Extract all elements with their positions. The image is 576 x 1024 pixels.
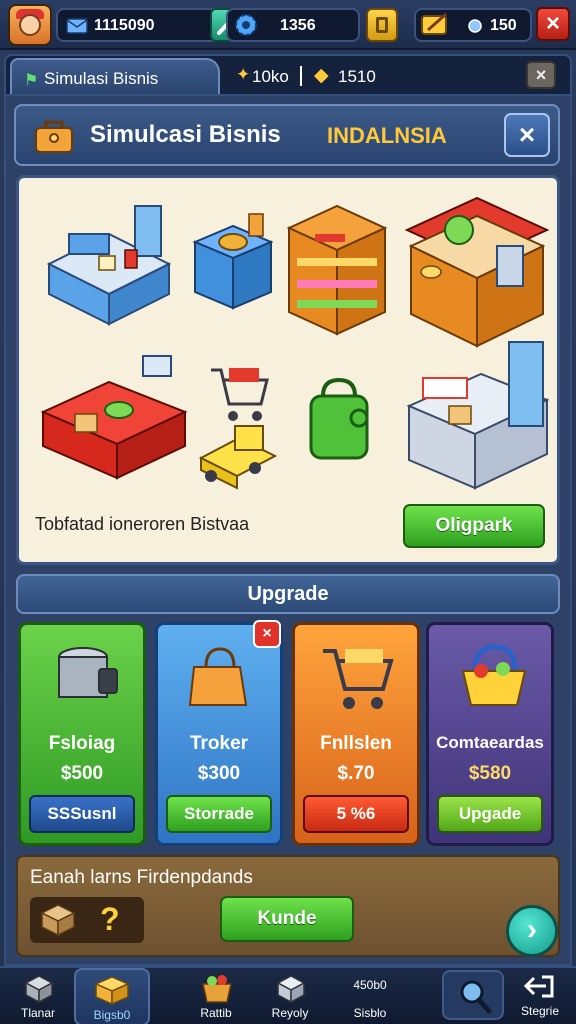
tab-stat-1: 10ko — [252, 67, 289, 86]
card-button[interactable]: Storrade — [166, 795, 272, 833]
shopping-cart-icon[interactable] — [207, 364, 273, 426]
nav-label: Tlanar — [20, 1006, 55, 1020]
card-name: Fsloiag — [48, 733, 116, 754]
tab-strip: ⚑ Simulasi Bisnis ✦ 10ko ◆ 1510 × — [4, 54, 572, 96]
cart-icon — [323, 649, 394, 709]
card-price: $.70 — [337, 763, 375, 784]
green-bag-icon[interactable] — [305, 374, 375, 464]
tab-divider — [300, 66, 302, 86]
card-name: Troker — [189, 733, 249, 754]
tab-close-icon[interactable]: × — [526, 61, 556, 89]
exit-arrow-icon — [524, 975, 554, 998]
card-button[interactable]: SSSusnl — [29, 795, 135, 833]
rice-cooker-icon — [58, 647, 118, 698]
gold-icon: ◆ — [314, 65, 329, 86]
shopping-bag-icon — [188, 647, 248, 706]
gems-value: 1115090 — [94, 17, 155, 34]
toolbox-icon — [35, 120, 73, 153]
panel-title-bar: Simulcasi Bisnis INDALNSIA × — [14, 104, 560, 166]
resource-bar: 1115090 1356 150 × — [0, 0, 576, 50]
upgrade-card-3[interactable]: Fnllslen $.70 5 %6 — [292, 622, 420, 846]
nav-item-stegrie[interactable]: Stegrie — [504, 966, 576, 1024]
player-avatar[interactable] — [8, 4, 52, 46]
showcase-action-button[interactable]: Oligpark — [403, 504, 545, 548]
panel-close-icon[interactable]: × — [504, 113, 550, 157]
nav-item-reyoly[interactable]: Reyoly — [254, 968, 326, 1024]
nav-item-sisblo[interactable]: 450b0 Sisblo — [334, 968, 406, 1024]
nav-item-tlanar[interactable]: Tlanar — [2, 968, 74, 1024]
bottom-panel-button[interactable]: Kunde — [220, 896, 354, 942]
nav-label: Sisblo — [353, 1006, 387, 1020]
nav-item-rattib[interactable]: Rattib — [180, 968, 252, 1024]
gear-icon — [235, 14, 257, 36]
nav-extra-label: 450b0 — [353, 978, 387, 992]
avatar-face — [19, 14, 41, 36]
nav-label: Bigsb0 — [93, 1008, 131, 1022]
shelf-stall-orange-icon[interactable] — [285, 198, 389, 338]
mail-icon — [66, 18, 88, 34]
card-name: Comtaeardas — [436, 733, 544, 752]
gear-value: 1356 — [280, 17, 316, 34]
forklift-icon[interactable] — [195, 418, 279, 492]
card-price: $300 — [197, 763, 241, 784]
question-icon[interactable]: ? — [100, 901, 120, 938]
next-arrow-icon[interactable]: › — [506, 905, 558, 957]
shop-counter-blue-icon[interactable] — [39, 194, 179, 334]
package-box-icon[interactable] — [40, 903, 76, 937]
box-icon — [24, 975, 54, 1004]
bottom-panel-title: Eanah larns Firdenpdands — [30, 867, 253, 888]
basket-stall-icon[interactable] — [191, 212, 275, 312]
tab-simulasi-bisnis[interactable]: ⚑ Simulasi Bisnis — [10, 58, 220, 94]
coins-counter: 150 — [414, 8, 532, 42]
upgrade-header: Upgrade — [16, 574, 560, 614]
fruit-basket-icon — [461, 644, 527, 706]
close-icon[interactable]: × — [536, 7, 570, 41]
gear-counter: 1356 — [226, 8, 360, 42]
basket-icon — [202, 975, 232, 1003]
cash-icon: ✦ — [236, 65, 251, 84]
page-title: Simulcasi Bisnis — [90, 121, 281, 148]
page-title-accent: INDALNSIA — [327, 123, 447, 148]
business-showcase: Tobfatad ioneroren Bistvaa Oligpark — [16, 175, 560, 565]
nav-label: Rattib — [200, 1006, 232, 1020]
card-price: $580 — [468, 763, 512, 784]
nav-label: Reyoly — [271, 1006, 309, 1020]
card-price: $500 — [60, 763, 104, 784]
upgrade-card-2[interactable]: Troker $300 Storrade — [155, 622, 283, 846]
gold-bar-icon[interactable] — [366, 8, 398, 42]
nav-item-bigsbo[interactable]: Bigsb0 — [74, 968, 150, 1024]
coin-icon — [468, 19, 482, 33]
cashier-counter-red-icon[interactable] — [39, 352, 189, 482]
red-roof-shop-icon[interactable] — [401, 186, 551, 356]
search-icon — [460, 980, 492, 1014]
coins-value: 150 — [490, 17, 517, 34]
fridge-shop-icon[interactable] — [405, 338, 551, 498]
gift-box-icon — [94, 976, 130, 1006]
card-close-icon[interactable]: × — [253, 620, 281, 648]
tab-stat-2: 1510 — [338, 67, 376, 86]
item-slots: ? — [30, 897, 144, 943]
card-button[interactable]: Upgade — [437, 795, 543, 833]
tab-label: Simulasi Bisnis — [44, 69, 159, 88]
nav-item-search[interactable] — [442, 970, 504, 1020]
nav-label: Stegrie — [520, 1004, 560, 1018]
card-button[interactable]: 5 %6 — [303, 795, 409, 833]
flag-icon: ⚑ — [24, 72, 39, 89]
upgrade-card-4[interactable]: Comtaeardas $580 Upgade — [426, 622, 554, 846]
showcase-caption: Tobfatad ioneroren Bistvaa — [35, 514, 250, 534]
cube-icon — [276, 975, 306, 1004]
quest-scroll-icon[interactable] — [418, 10, 452, 40]
upgrade-card-1[interactable]: Fsloiag $500 SSSusnl — [18, 622, 146, 846]
gems-counter: 1115090 — [56, 8, 242, 42]
card-name: Fnllslen — [320, 733, 392, 754]
